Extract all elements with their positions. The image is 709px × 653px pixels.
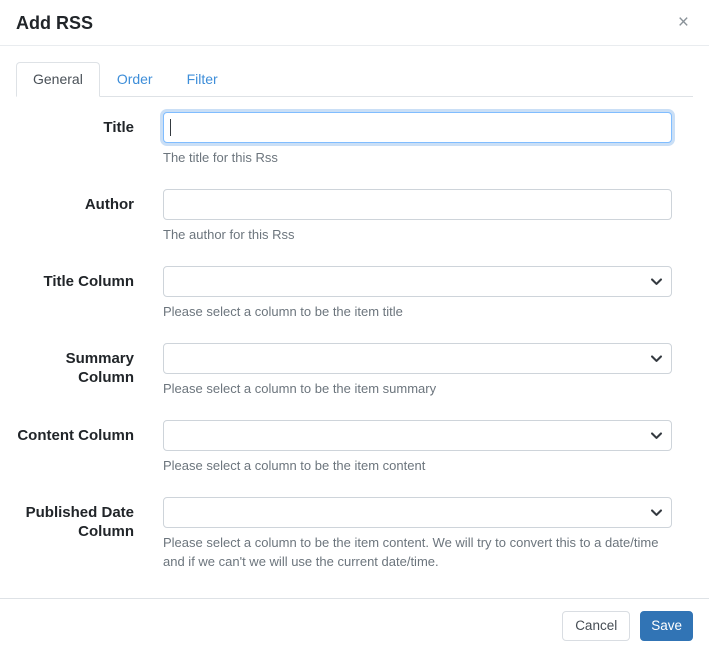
general-tab-panel: Title The title for this Rss Author The (16, 112, 693, 571)
form-row-author: Author The author for this Rss (16, 189, 693, 244)
title-input[interactable] (163, 112, 672, 143)
published-date-column-help-text: Please select a column to be the item co… (163, 535, 659, 569)
author-label: Author (84, 196, 134, 213)
tab-bar: General Order Filter (16, 62, 693, 97)
modal-body: General Order Filter Title The title for… (0, 46, 709, 598)
title-column-help-text: Please select a column to be the item ti… (163, 304, 403, 319)
form-row-title: Title The title for this Rss (16, 112, 693, 167)
author-help-text: The author for this Rss (163, 227, 295, 242)
title-label: Title (103, 119, 134, 136)
title-help-text: The title for this Rss (163, 150, 278, 165)
content-column-select[interactable] (163, 420, 672, 451)
cancel-button[interactable]: Cancel (562, 611, 631, 641)
author-input[interactable] (163, 189, 672, 220)
form-row-published-date-column: Published Date Column Please select a co… (16, 497, 693, 571)
summary-column-help-text: Please select a column to be the item su… (163, 381, 437, 396)
content-column-help-text: Please select a column to be the item co… (163, 458, 426, 473)
form-row-title-column: Title Column Please select a column to b… (16, 266, 693, 321)
content-column-label: Content Column (17, 427, 134, 444)
modal-header: Add RSS × (0, 0, 709, 46)
form-row-summary-column: Summary Column Please select a column to… (16, 343, 693, 398)
close-icon[interactable]: × (674, 13, 693, 33)
modal-footer: Cancel Save (0, 598, 709, 653)
summary-column-select[interactable] (163, 343, 672, 374)
tab-order[interactable]: Order (100, 62, 170, 97)
form-row-content-column: Content Column Please select a column to… (16, 420, 693, 475)
title-column-label: Title Column (43, 273, 134, 290)
published-date-column-select[interactable] (163, 497, 672, 528)
save-button[interactable]: Save (640, 611, 693, 641)
tab-general[interactable]: General (16, 62, 100, 97)
add-rss-modal: Add RSS × General Order Filter Title The… (0, 0, 709, 653)
title-column-select[interactable] (163, 266, 672, 297)
summary-column-label: Summary Column (65, 350, 134, 386)
tab-filter[interactable]: Filter (170, 62, 235, 97)
text-caret (170, 119, 171, 136)
modal-title: Add RSS (16, 13, 94, 33)
published-date-column-label: Published Date Column (25, 504, 134, 540)
